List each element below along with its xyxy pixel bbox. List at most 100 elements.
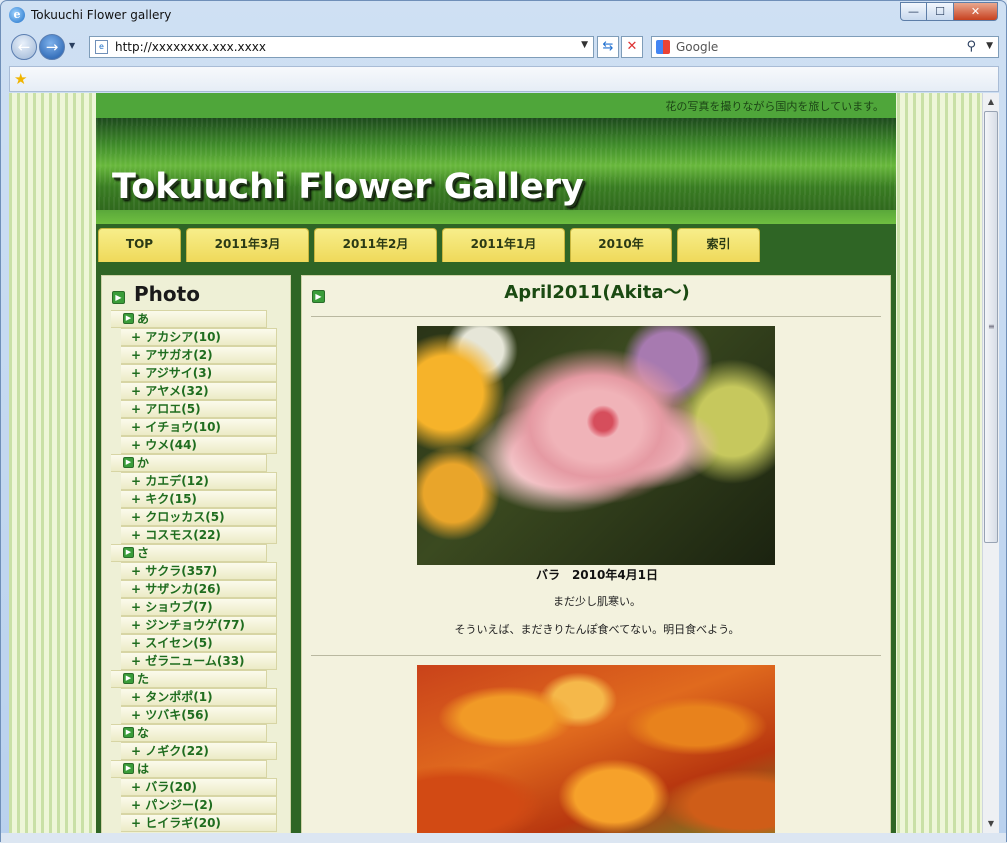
stop-button[interactable]: ✕ <box>621 36 643 58</box>
flower-link-label: + イチョウ(10) <box>131 420 221 434</box>
flower-link-label: + キク(15) <box>131 492 197 506</box>
category-header[interactable]: ▶ さ <box>111 544 267 562</box>
flower-link-label: + パンジー(2) <box>131 798 214 812</box>
forward-button[interactable]: → <box>39 34 65 60</box>
arrow-right-icon: ▶ <box>123 457 134 468</box>
divider <box>311 655 881 656</box>
category-header[interactable]: ▶ か <box>111 454 267 472</box>
flower-link-label: + ショウブ(7) <box>131 600 213 614</box>
category-label: は <box>137 762 150 776</box>
flower-link-label: + クロッカス(5) <box>131 510 225 524</box>
scroll-down-arrow[interactable]: ▼ <box>983 815 999 832</box>
category-header[interactable]: ▶ は <box>111 760 267 778</box>
flower-link[interactable]: + アジサイ(3) <box>121 364 277 382</box>
flower-link[interactable]: + ジンチョウゲ(77) <box>121 616 277 634</box>
tab-2011-01[interactable]: 2011年1月 <box>442 228 565 262</box>
scroll-up-arrow[interactable]: ▲ <box>983 93 999 110</box>
address-dropdown[interactable]: ▼ <box>581 40 588 50</box>
arrow-right-icon: ▶ <box>312 290 325 303</box>
category-label: た <box>137 672 150 686</box>
page-heading: April2011(Akita～) <box>504 282 690 303</box>
stop-icon: ✕ <box>626 39 638 54</box>
flower-link-label: + アヤメ(32) <box>131 384 209 398</box>
page-viewport: 花の写真を撮りながら国内を旅しています。 Tokuuchi Flower Gal… <box>9 93 982 833</box>
flower-link[interactable]: + アロエ(5) <box>121 400 277 418</box>
navigation-bar: ← → ▼ e http://xxxxxxxx.xxx.xxxx ▼ ⇆ ✕ G… <box>1 31 1006 63</box>
divider <box>311 316 881 317</box>
close-button[interactable]: ✕ <box>954 2 998 21</box>
address-bar[interactable]: e http://xxxxxxxx.xxx.xxxx ▼ <box>89 36 594 58</box>
category-label: さ <box>137 546 150 560</box>
flower-link[interactable]: + サザンカ(26) <box>121 580 277 598</box>
flower-link[interactable]: + コスモス(22) <box>121 526 277 544</box>
flower-link[interactable]: + バラ(20) <box>121 778 277 796</box>
refresh-icon: ⇆ <box>602 39 614 54</box>
flower-link[interactable]: + ウメ(44) <box>121 436 277 454</box>
search-placeholder: Google <box>676 40 719 54</box>
flower-link[interactable]: + ゼラニューム(33) <box>121 652 277 670</box>
tagline-bar: 花の写真を撮りながら国内を旅しています。 <box>96 93 896 118</box>
window-controls: — ☐ ✕ <box>900 2 998 22</box>
flower-link[interactable]: + イチョウ(10) <box>121 418 277 436</box>
sidebar-title: Photo <box>134 282 200 306</box>
flower-link-label: + アジサイ(3) <box>131 366 213 380</box>
arrow-right-icon: ▶ <box>112 291 125 304</box>
photo-description-2: そういえば、まだきりたんぽ食べてない。明日食べよう。 <box>454 623 740 636</box>
forward-arrow-icon: → <box>45 38 59 56</box>
url-text: http://xxxxxxxx.xxx.xxxx <box>115 40 266 54</box>
flower-link[interactable]: + カエデ(12) <box>121 472 277 490</box>
site-title: Tokuuchi Flower Gallery <box>112 167 584 207</box>
tab-top[interactable]: TOP <box>98 228 181 262</box>
flower-link[interactable]: + ショウブ(7) <box>121 598 277 616</box>
flower-link[interactable]: + アヤメ(32) <box>121 382 277 400</box>
tab-2010[interactable]: 2010年 <box>570 228 672 262</box>
flower-link-label: + サザンカ(26) <box>131 582 221 596</box>
tab-index[interactable]: 索引 <box>677 228 760 262</box>
back-button[interactable]: ← <box>11 34 37 60</box>
favorites-star-icon[interactable]: ★ <box>14 70 27 88</box>
category-header[interactable]: ▶ あ <box>111 310 267 328</box>
recent-pages-dropdown[interactable]: ▼ <box>69 41 75 50</box>
category-header[interactable]: ▶ た <box>111 670 267 688</box>
search-icon[interactable]: ⚲ <box>966 39 976 54</box>
flower-link[interactable]: + キク(15) <box>121 490 277 508</box>
flower-link[interactable]: + アカシア(10) <box>121 328 277 346</box>
flower-link[interactable]: + ヒイラギ(20) <box>121 814 277 832</box>
flower-link[interactable]: + クロッカス(5) <box>121 508 277 526</box>
arrow-right-icon: ▶ <box>123 313 134 324</box>
scroll-thumb[interactable]: ≡ <box>984 111 998 543</box>
arrow-right-icon: ▶ <box>123 547 134 558</box>
title-bar: e Tokuuchi Flower gallery — ☐ ✕ <box>1 1 1006 31</box>
flower-link-label: + バラ(20) <box>131 780 197 794</box>
flower-link-label: + ゼラニューム(33) <box>131 654 245 668</box>
flower-link-label: + アロエ(5) <box>131 402 201 416</box>
flower-link[interactable]: + ノギク(22) <box>121 742 277 760</box>
flower-link[interactable]: + タンポポ(1) <box>121 688 277 706</box>
flower-link[interactable]: + パンジー(2) <box>121 796 277 814</box>
flower-link-label: + コスモス(22) <box>131 528 221 542</box>
flower-link[interactable]: + アサガオ(2) <box>121 346 277 364</box>
site-banner: Tokuuchi Flower Gallery <box>96 118 896 224</box>
tab-2011-02[interactable]: 2011年2月 <box>314 228 437 262</box>
search-box[interactable]: Google ⚲ ▼ <box>651 36 999 58</box>
site-container: 花の写真を撮りながら国内を旅しています。 Tokuuchi Flower Gal… <box>96 93 896 833</box>
flower-link[interactable]: + サクラ(357) <box>121 562 277 580</box>
ie-logo-icon: e <box>9 7 25 23</box>
browser-window: e Tokuuchi Flower gallery — ☐ ✕ ← → ▼ e … <box>0 0 1007 843</box>
tab-2011-03[interactable]: 2011年3月 <box>186 228 309 262</box>
tulip-photo[interactable] <box>417 665 775 833</box>
search-dropdown[interactable]: ▼ <box>986 41 993 51</box>
page-icon: e <box>95 40 108 54</box>
category-header[interactable]: ▶ な <box>111 724 267 742</box>
vertical-scrollbar[interactable]: ▲ ≡ ▼ <box>982 93 999 833</box>
flower-link[interactable]: + スイセン(5) <box>121 634 277 652</box>
window-title: Tokuuchi Flower gallery <box>31 8 172 22</box>
arrow-right-icon: ▶ <box>123 727 134 738</box>
flower-link-label: + ノギク(22) <box>131 744 209 758</box>
flower-link[interactable]: + ツバキ(56) <box>121 706 277 724</box>
flower-link-label: + スイセン(5) <box>131 636 213 650</box>
maximize-button[interactable]: ☐ <box>927 2 954 21</box>
refresh-button[interactable]: ⇆ <box>597 36 619 58</box>
minimize-button[interactable]: — <box>900 2 927 21</box>
rose-photo[interactable] <box>417 326 775 565</box>
